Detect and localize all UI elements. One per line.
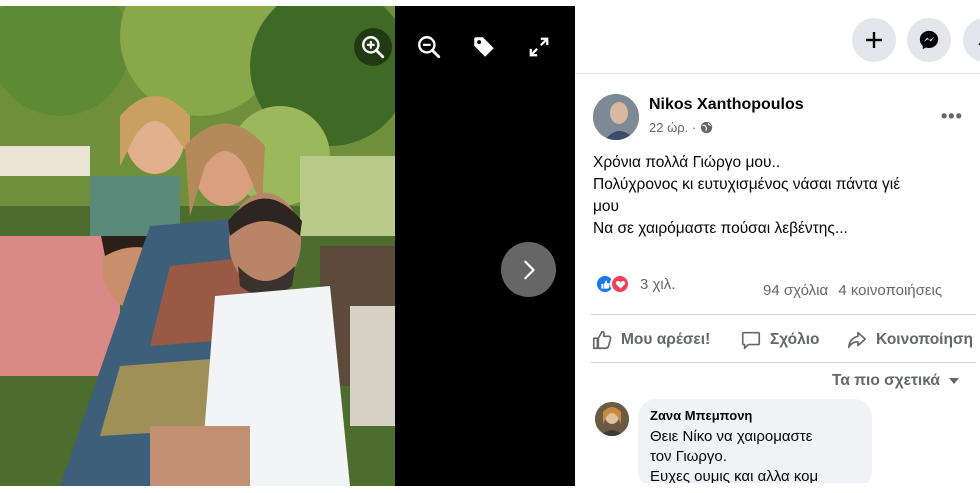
author-avatar-image (593, 94, 639, 140)
thumbs-up-icon (592, 330, 612, 350)
chevron-right-icon (523, 260, 535, 279)
post-more-button[interactable]: ••• (941, 106, 963, 127)
author-name[interactable]: Nikos Xanthopoulos (649, 96, 804, 114)
zoom-out-icon (418, 36, 441, 59)
post-meta: 22 ώρ. · (649, 120, 713, 135)
like-label: Μου αρέσει! (621, 331, 711, 348)
sort-label: Τα πιο σχετικά (832, 372, 940, 389)
comment-icon (741, 331, 761, 350)
post-text-line: Πολύχρονος κι ευτυχισμένος νάσαι πάντα γ… (593, 176, 901, 193)
reactions-summary[interactable]: 3 χιλ. (595, 274, 675, 294)
post-text: Χρόνια πολλά Γιώργο μου.. Πολύχρονος κι … (593, 152, 973, 240)
comment-button[interactable]: Σχόλιο (740, 329, 820, 351)
like-button[interactable]: Μου αρέσει! (591, 329, 710, 351)
comment-sort-dropdown[interactable]: Τα πιο σχετικά (832, 372, 960, 390)
top-bar (575, 6, 980, 74)
messenger-button[interactable] (907, 18, 951, 62)
tag-icon (474, 37, 494, 57)
author-avatar[interactable] (593, 94, 639, 140)
comment-author[interactable]: Ζανα Μπεμπονη (650, 408, 860, 423)
comment-bubble: Ζανα Μπεμπονη Θειε Νίκο να χαιρομαστε το… (638, 399, 872, 489)
notifications-button[interactable] (963, 18, 980, 62)
reaction-icons (595, 274, 630, 294)
post-stats: 94 σχόλια 4 κοινοποιήσεις (763, 282, 942, 299)
post-photo[interactable] (0, 6, 395, 486)
globe-icon (700, 121, 713, 134)
photo-image (0, 6, 395, 486)
comment-line: Θειε Νίκο να χαιρομαστε (650, 428, 813, 445)
tag-button[interactable] (465, 28, 503, 66)
post-text-line: Χρόνια πολλά Γιώργο μου.. (593, 154, 781, 171)
plus-icon (866, 32, 882, 48)
caret-down-icon (948, 378, 959, 384)
fullscreen-icon (529, 37, 549, 57)
commenter-avatar-image (595, 402, 629, 436)
panel-bottom-edge (575, 483, 980, 493)
create-button[interactable] (852, 18, 896, 62)
divider (591, 314, 976, 315)
zoom-out-button[interactable] (410, 28, 448, 66)
comment-label: Σχόλιο (770, 331, 820, 348)
share-label: Κοινοποίηση (876, 331, 974, 348)
divider (591, 362, 976, 363)
comments-count[interactable]: 94 σχόλια (763, 282, 828, 299)
post-panel: Nikos Xanthopoulos 22 ώρ. · ••• Χρόνια π… (575, 6, 980, 493)
photo-viewer (0, 6, 575, 486)
love-reaction-icon (610, 274, 630, 294)
share-button[interactable]: Κοινοποίηση (846, 329, 973, 351)
fullscreen-button[interactable] (520, 28, 558, 66)
bell-icon (978, 37, 980, 45)
post-actions: Μου αρέσει! Σχόλιο Κοινοποίηση (591, 322, 980, 358)
commenter-avatar[interactable] (595, 402, 629, 436)
comment-text: Θειε Νίκο να χαιρομαστε τον Γιωργο. Ευχε… (650, 427, 860, 487)
post-text-line: Να σε χαιρόμαστε πούσαι λεβέντης... (593, 220, 848, 237)
share-icon (847, 331, 867, 349)
reaction-count: 3 χιλ. (640, 275, 676, 293)
app-frame: Nikos Xanthopoulos 22 ώρ. · ••• Χρόνια π… (0, 0, 980, 493)
post-text-line: μου (593, 198, 620, 215)
zoom-in-icon (362, 36, 385, 59)
zoom-in-button[interactable] (354, 28, 392, 66)
next-photo-button[interactable] (501, 242, 556, 297)
comment-line: τον Γιωργο. (650, 448, 727, 465)
messenger-icon (919, 30, 939, 50)
post-time[interactable]: 22 ώρ. · (649, 120, 696, 135)
shares-count[interactable]: 4 κοινοποιήσεις (838, 282, 942, 299)
